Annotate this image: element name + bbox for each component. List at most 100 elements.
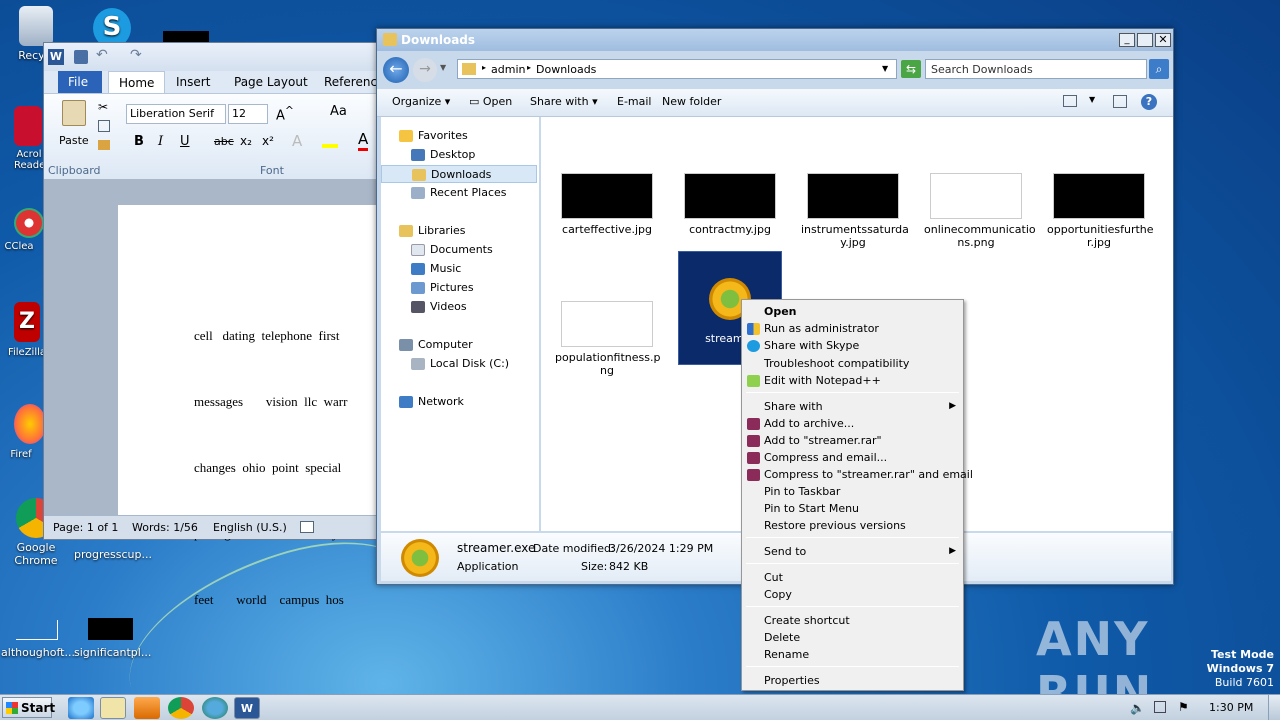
menu-troubleshoot[interactable]: Troubleshoot compatibility	[764, 357, 909, 370]
file-item[interactable]: opportunitiesfurthe r.jpg	[1047, 173, 1154, 249]
minimize-button[interactable]: _	[1119, 33, 1135, 47]
change-case-icon[interactable]: Aa	[330, 104, 347, 119]
nav-videos[interactable]: Videos	[411, 298, 467, 316]
menu-share-skype[interactable]: Share with Skype	[764, 339, 859, 352]
strikethrough-button[interactable]: abc	[214, 135, 234, 148]
forward-button[interactable]: →	[413, 58, 437, 82]
explorer-titlebar[interactable]: Downloads _ ✕	[377, 29, 1173, 51]
cut-icon[interactable]: ✂	[98, 100, 108, 114]
document-page[interactable]: cell dating telephone first messages vis…	[118, 205, 388, 607]
file-item[interactable]: populationfitness.p ng	[555, 301, 660, 377]
breadcrumb-admin[interactable]: admin	[491, 63, 525, 76]
text-effects-icon[interactable]: A	[292, 132, 302, 150]
document-area[interactable]: cell dating telephone first messages vis…	[44, 179, 388, 607]
menu-send-to[interactable]: Send to	[764, 545, 806, 558]
menu-delete[interactable]: Delete	[764, 631, 800, 644]
menu-share-with[interactable]: Share with	[764, 400, 823, 413]
font-color-icon[interactable]: A	[358, 130, 369, 151]
file-item[interactable]: contractmy.jpg	[678, 173, 782, 236]
back-button[interactable]: ←	[383, 57, 409, 83]
nav-recent-places[interactable]: Recent Places	[411, 184, 507, 202]
menu-restore-versions[interactable]: Restore previous versions	[764, 519, 906, 532]
format-painter-icon[interactable]	[98, 140, 110, 150]
tray-volume-icon[interactable]: 🔈	[1130, 701, 1145, 715]
nav-downloads[interactable]: Downloads	[381, 165, 537, 183]
superscript-button[interactable]: x²	[262, 134, 274, 148]
taskbar-explorer-icon[interactable]	[100, 697, 126, 719]
italic-button[interactable]: I	[158, 134, 163, 149]
clock[interactable]: 1:30 PM	[1209, 701, 1253, 714]
help-icon[interactable]: ?	[1141, 94, 1157, 110]
tab-home[interactable]: Home	[108, 71, 166, 93]
nav-documents[interactable]: Documents	[411, 241, 493, 259]
menu-pin-start[interactable]: Pin to Start Menu	[764, 502, 859, 515]
menu-properties[interactable]: Properties	[764, 674, 820, 687]
status-page[interactable]: Page: 1 of 1	[53, 521, 118, 534]
file-item[interactable]: onlinecommunicatio ns.png	[924, 173, 1036, 249]
undo-icon[interactable]: ↶	[96, 47, 108, 63]
paste-icon[interactable]	[62, 100, 86, 126]
organize-button[interactable]: Organize ▾	[392, 95, 450, 108]
close-button[interactable]: ✕	[1155, 33, 1171, 47]
redo-icon[interactable]: ↷	[130, 47, 142, 63]
taskbar-media-player-icon[interactable]	[134, 697, 160, 719]
nav-libraries[interactable]: Libraries	[399, 222, 466, 240]
paste-button[interactable]: Paste	[59, 134, 89, 147]
tab-insert[interactable]: Insert	[166, 71, 220, 93]
menu-compress-email[interactable]: Compress and email...	[764, 451, 887, 464]
nav-favorites[interactable]: Favorites	[399, 127, 468, 145]
word-window[interactable]: W ↶ ↷ File Home Insert Page Layout Refer…	[43, 42, 388, 607]
start-button[interactable]: Start	[2, 697, 55, 718]
status-words[interactable]: Words: 1/56	[132, 521, 198, 534]
file-item[interactable]: instrumentssaturda y.jpg	[801, 173, 909, 249]
new-folder-button[interactable]: New folder	[662, 95, 721, 108]
bold-button[interactable]: B	[134, 134, 144, 149]
preview-pane-icon[interactable]	[1113, 95, 1127, 108]
macro-icon[interactable]	[300, 521, 314, 533]
taskbar-chrome-icon[interactable]	[168, 697, 194, 719]
view-options-icon[interactable]	[1063, 95, 1077, 107]
menu-copy[interactable]: Copy	[764, 588, 792, 601]
nav-desktop[interactable]: Desktop	[411, 146, 475, 164]
breadcrumb-downloads[interactable]: Downloads	[536, 63, 596, 76]
taskbar-ie-icon[interactable]	[68, 697, 94, 719]
chevron-down-icon[interactable]: ▼	[1089, 95, 1095, 104]
highlight-icon[interactable]	[322, 132, 338, 148]
show-desktop-button[interactable]	[1268, 695, 1280, 720]
maximize-button[interactable]	[1137, 33, 1153, 47]
menu-rename[interactable]: Rename	[764, 648, 809, 661]
menu-cut[interactable]: Cut	[764, 571, 783, 584]
tab-page-layout[interactable]: Page Layout	[224, 71, 318, 93]
nav-computer[interactable]: Computer	[399, 336, 473, 354]
share-with-button[interactable]: Share with ▾	[530, 95, 598, 108]
nav-music[interactable]: Music	[411, 260, 461, 278]
menu-create-shortcut[interactable]: Create shortcut	[764, 614, 850, 627]
status-language[interactable]: English (U.S.)	[213, 521, 287, 534]
taskbar-edge-icon[interactable]	[202, 697, 228, 719]
history-dropdown-icon[interactable]: ▼	[440, 63, 446, 72]
save-icon[interactable]	[74, 50, 88, 64]
tray-network-icon[interactable]	[1154, 701, 1166, 713]
word-titlebar[interactable]: W ↶ ↷	[44, 43, 382, 71]
grow-font-icon[interactable]: A^	[276, 104, 294, 123]
menu-compress-rar-email[interactable]: Compress to "streamer.rar" and email	[764, 468, 973, 481]
subscript-button[interactable]: x₂	[240, 134, 252, 148]
email-button[interactable]: E-mail	[617, 95, 652, 108]
address-bar[interactable]: admin ▸ ▸ Downloads ▼	[457, 59, 897, 79]
nav-network[interactable]: Network	[399, 393, 464, 411]
nav-local-disk[interactable]: Local Disk (C:)	[411, 355, 509, 373]
search-input[interactable]: Search Downloads	[925, 59, 1147, 79]
nav-pictures[interactable]: Pictures	[411, 279, 474, 297]
font-size-select[interactable]: 12	[228, 104, 268, 124]
address-dropdown-icon[interactable]: ▼	[882, 64, 888, 73]
open-button[interactable]: ▭ Open	[469, 95, 512, 108]
menu-pin-taskbar[interactable]: Pin to Taskbar	[764, 485, 840, 498]
font-name-select[interactable]: Liberation Serif	[126, 104, 226, 124]
copy-icon[interactable]	[98, 120, 110, 132]
menu-run-as-admin[interactable]: Run as administrator	[764, 322, 879, 335]
menu-add-archive[interactable]: Add to archive...	[764, 417, 854, 430]
tab-file[interactable]: File	[58, 71, 102, 93]
taskbar-word-icon[interactable]: W	[234, 697, 260, 719]
file-item[interactable]: carteffective.jpg	[555, 173, 659, 236]
menu-open[interactable]: Open	[764, 305, 797, 318]
